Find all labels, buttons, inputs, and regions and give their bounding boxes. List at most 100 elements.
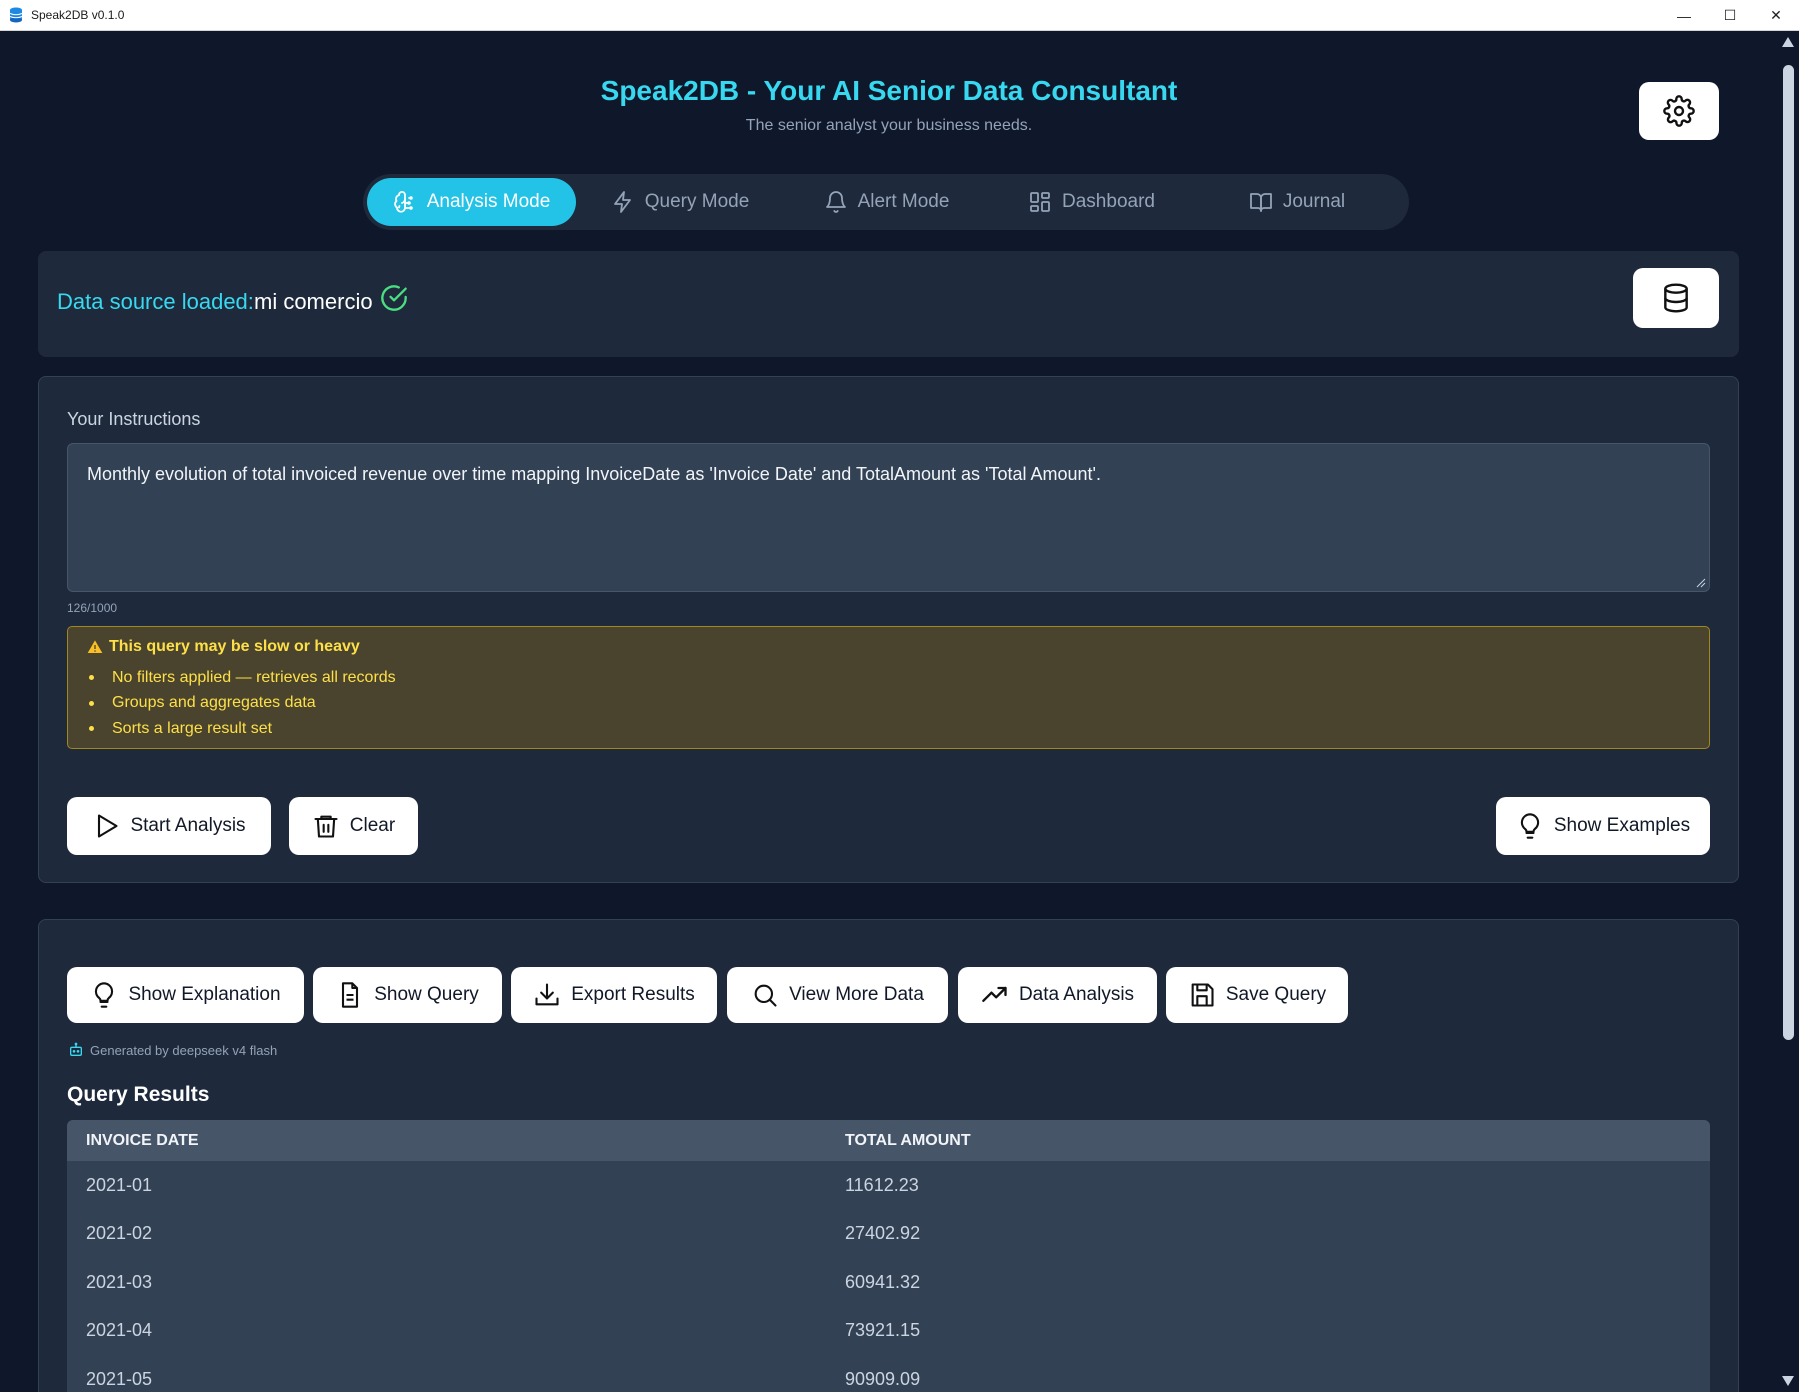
brain-icon: [393, 191, 413, 213]
scroll-down-arrow-icon[interactable]: [1782, 1376, 1794, 1386]
tab-label: Analysis Mode: [426, 191, 551, 212]
tab-query-mode[interactable]: Query Mode: [576, 178, 784, 226]
results-title: Query Results: [67, 1083, 210, 1106]
document-icon: [342, 982, 359, 1008]
table-cell: 2021-04: [86, 1320, 153, 1341]
view-more-data-label: View More Data: [789, 984, 924, 1005]
tab-dashboard[interactable]: Dashboard: [989, 178, 1194, 226]
lightbulb-icon: [1520, 813, 1539, 839]
instructions-value: Monthly evolution of total invoiced reve…: [87, 464, 1101, 484]
table-cell: 2021-02: [86, 1223, 153, 1244]
performance-warning: This query may be slow or heavy No filte…: [67, 626, 1710, 749]
mode-tabs: Analysis Mode Query Mode Alert Mode Dash…: [363, 174, 1409, 230]
book-icon: [1249, 193, 1272, 212]
app-content: Speak2DB - Your AI Senior Data Consultan…: [0, 31, 1778, 1392]
play-icon: [98, 814, 118, 838]
export-results-label: Export Results: [571, 984, 695, 1005]
show-query-button[interactable]: Show Query: [313, 967, 502, 1023]
datasource-button[interactable]: [1633, 268, 1719, 328]
scroll-up-arrow-icon[interactable]: [1782, 37, 1794, 47]
maximize-button[interactable]: ☐: [1707, 0, 1753, 31]
instructions-textarea[interactable]: Monthly evolution of total invoiced reve…: [67, 443, 1710, 592]
page-subtitle: The senior analyst your business needs.: [745, 117, 1033, 134]
tab-label: Journal: [1282, 191, 1346, 212]
window-title: Speak2DB v0.1.0: [31, 8, 125, 22]
table-row: 2021-04 73921.15: [67, 1307, 1710, 1356]
table-cell: 27402.92: [845, 1223, 921, 1244]
show-query-label: Show Query: [374, 984, 479, 1005]
trending-up-icon: [982, 986, 1007, 1002]
view-more-data-button[interactable]: View More Data: [727, 967, 948, 1023]
save-query-label: Save Query: [1225, 984, 1327, 1005]
minimize-button[interactable]: —: [1661, 0, 1707, 31]
clear-button[interactable]: Clear: [289, 797, 418, 855]
table-header: INVOICE DATE TOTAL AMOUNT: [67, 1120, 1710, 1161]
tab-label: Dashboard: [1062, 191, 1155, 212]
show-explanation-label: Show Explanation: [128, 984, 281, 1005]
warning-list: No filters applied — retrieves all recor…: [87, 665, 396, 742]
datasource-label: Data source loaded:: [57, 289, 254, 314]
tab-label: Query Mode: [644, 191, 750, 212]
grid-icon: [1030, 192, 1050, 212]
warning-item: No filters applied — retrieves all recor…: [87, 665, 396, 691]
search-icon: [754, 984, 777, 1007]
database-app-icon: [9, 7, 23, 23]
table-cell: 2021-03: [86, 1271, 153, 1292]
results-panel: Show Explanation Show Query Export Resul…: [38, 919, 1739, 1392]
start-analysis-button[interactable]: Start Analysis: [67, 797, 271, 855]
table-cell: 2021-05: [86, 1368, 153, 1389]
char-counter: 126/1000: [67, 601, 118, 615]
generated-by-text: Generated by deepseek v4 flash: [90, 1042, 278, 1058]
clear-label: Clear: [349, 815, 396, 836]
table-row: 2021-01 11612.23: [67, 1161, 1710, 1210]
show-explanation-button[interactable]: Show Explanation: [67, 967, 304, 1023]
tab-alert-mode[interactable]: Alert Mode: [784, 178, 989, 226]
database-icon: [1664, 283, 1688, 313]
tab-journal[interactable]: Journal: [1194, 178, 1400, 226]
bell-icon: [825, 191, 846, 213]
warning-icon: [87, 640, 103, 653]
tab-label: Alert Mode: [857, 191, 950, 212]
table-row: 2021-03 60941.32: [67, 1258, 1710, 1307]
table-cell: 90909.09: [845, 1368, 921, 1389]
instructions-panel: Your Instructions Monthly evolution of t…: [38, 376, 1739, 883]
show-examples-label: Show Examples: [1553, 815, 1691, 836]
tab-analysis-mode[interactable]: Analysis Mode: [367, 178, 576, 226]
table-row: 2021-02 27402.92: [67, 1210, 1710, 1259]
download-icon: [535, 983, 559, 1006]
data-analysis-button[interactable]: Data Analysis: [958, 967, 1157, 1023]
table-cell: 2021-01: [86, 1174, 153, 1195]
column-header[interactable]: TOTAL AMOUNT: [845, 1132, 971, 1150]
warning-item: Groups and aggregates data: [87, 691, 396, 717]
show-examples-button[interactable]: Show Examples: [1496, 797, 1710, 855]
export-results-button[interactable]: Export Results: [511, 967, 717, 1023]
column-header[interactable]: INVOICE DATE: [67, 1132, 845, 1150]
window-titlebar: Speak2DB v0.1.0 — ☐ ✕: [0, 0, 1799, 31]
data-analysis-label: Data Analysis: [1018, 984, 1135, 1005]
datasource-name: mi comercio: [254, 289, 373, 314]
gear-icon: [1663, 95, 1695, 127]
table-row: 2021-05 90909.09: [67, 1355, 1710, 1392]
save-query-button[interactable]: Save Query: [1166, 967, 1348, 1023]
warning-title-text: This query may be slow or heavy: [109, 638, 360, 655]
save-icon: [1191, 983, 1214, 1007]
check-circle-icon: [381, 285, 407, 311]
datasource-panel: Data source loaded: mi comercio: [38, 251, 1739, 357]
results-table: INVOICE DATE TOTAL AMOUNT 2021-01 11612.…: [67, 1120, 1710, 1392]
vertical-scrollbar[interactable]: [1778, 31, 1799, 1392]
lightbulb-icon: [95, 982, 114, 1008]
scrollbar-thumb[interactable]: [1783, 65, 1794, 1040]
instructions-label: Your Instructions: [67, 409, 201, 429]
resize-grip-icon[interactable]: [1696, 578, 1706, 588]
trash-icon: [314, 815, 338, 838]
page-title: Speak2DB - Your AI Senior Data Consultan…: [600, 75, 1178, 106]
settings-button[interactable]: [1639, 82, 1719, 140]
table-cell: 73921.15: [845, 1320, 921, 1341]
lightning-icon: [613, 191, 631, 213]
table-cell: 60941.32: [845, 1271, 921, 1292]
start-analysis-label: Start Analysis: [130, 815, 246, 836]
close-window-button[interactable]: ✕: [1753, 0, 1799, 31]
warning-item: Sorts a large result set: [87, 716, 396, 742]
table-cell: 11612.23: [845, 1174, 919, 1195]
robot-icon: [70, 1042, 82, 1056]
